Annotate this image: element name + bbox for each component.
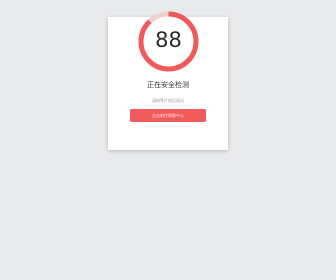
security-score-value: 88 <box>155 28 182 52</box>
page: 88 正在安全检测 请稍等片刻后再试 点击前往帮助中心 <box>0 0 336 280</box>
hint-text: 请稍等片刻后再试 <box>152 98 184 103</box>
security-score-gauge: 88 <box>138 11 199 72</box>
help-center-button[interactable]: 点击前往帮助中心 <box>130 109 206 122</box>
status-text: 正在安全检测 <box>147 81 189 89</box>
